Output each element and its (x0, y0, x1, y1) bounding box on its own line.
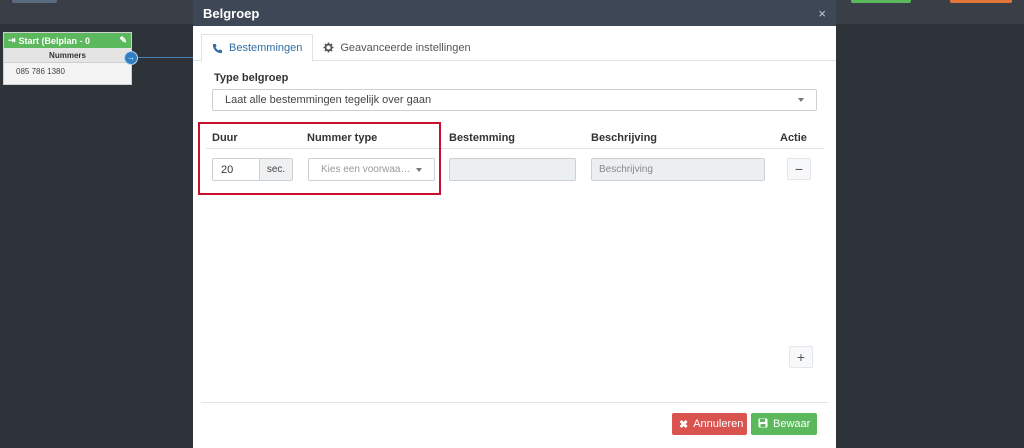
tab-bestemmingen[interactable]: Bestemmingen (201, 34, 314, 62)
flow-node-header: ⇥ Start (Belplan - 0 ✎ (4, 33, 131, 48)
minus-icon: − (794, 161, 804, 177)
bestemming-input[interactable] (449, 158, 576, 181)
connector-arrow-icon[interactable]: → (124, 51, 138, 65)
column-header-beschrijving: Beschrijving (591, 132, 658, 144)
toolbar-button-orange[interactable] (950, 0, 1012, 3)
phone-icon (212, 43, 223, 53)
column-header-actie: Actie (780, 132, 807, 144)
remove-row-button[interactable]: − (787, 158, 811, 180)
chevron-down-icon (798, 98, 804, 102)
gear-icon (323, 42, 334, 53)
save-button-label: Bewaar (773, 418, 811, 430)
toolbar-button-left[interactable] (12, 0, 57, 3)
footer-divider (201, 402, 828, 403)
flow-node-title: Start (Belplan - 0 (18, 35, 91, 46)
save-button[interactable]: Bewaar (751, 413, 817, 435)
highlight-box (198, 122, 441, 195)
modal-header: Belgroep × (193, 0, 836, 26)
type-belgroep-label: Type belgroep (214, 72, 289, 84)
beschrijving-input[interactable]: Beschrijving (591, 158, 765, 181)
cancel-button[interactable]: ✖ Annuleren (672, 413, 747, 435)
type-belgroep-select[interactable]: Laat alle bestemmingen tegelijk over gaa… (212, 89, 817, 111)
flow-node-number: 085 786 1380 (16, 67, 65, 76)
modal-tabs: Bestemmingen Geavanceerde instellingen (193, 34, 836, 62)
edit-icon[interactable]: ✎ (119, 35, 127, 46)
belgroep-modal: Belgroep × Bestemmingen Geavanceerde ins… (193, 0, 836, 448)
close-icon: ✖ (679, 418, 689, 431)
column-header-bestemming: Bestemming (449, 132, 516, 144)
flow-node-subheader: Nummers (4, 48, 131, 63)
enter-icon: ⇥ (8, 35, 16, 45)
add-row-button[interactable]: + (789, 346, 813, 368)
cancel-button-label: Annuleren (693, 418, 744, 430)
tab-geavanceerde-instellingen[interactable]: Geavanceerde instellingen (313, 34, 480, 61)
close-icon[interactable]: × (818, 6, 826, 21)
tab-bestemmingen-label: Bestemmingen (229, 42, 303, 54)
tab-geavanceerde-label: Geavanceerde instellingen (340, 41, 471, 54)
modal-title: Belgroep (203, 5, 260, 21)
flow-node-start[interactable]: ⇥ Start (Belplan - 0 ✎ Nummers 085 786 1… (3, 32, 132, 85)
floppy-disk-icon (758, 418, 768, 431)
toolbar-button-green[interactable] (851, 0, 911, 3)
connector-line (138, 57, 194, 58)
plus-icon: + (796, 349, 806, 365)
type-belgroep-value: Laat alle bestemmingen tegelijk over gaa… (225, 94, 432, 106)
